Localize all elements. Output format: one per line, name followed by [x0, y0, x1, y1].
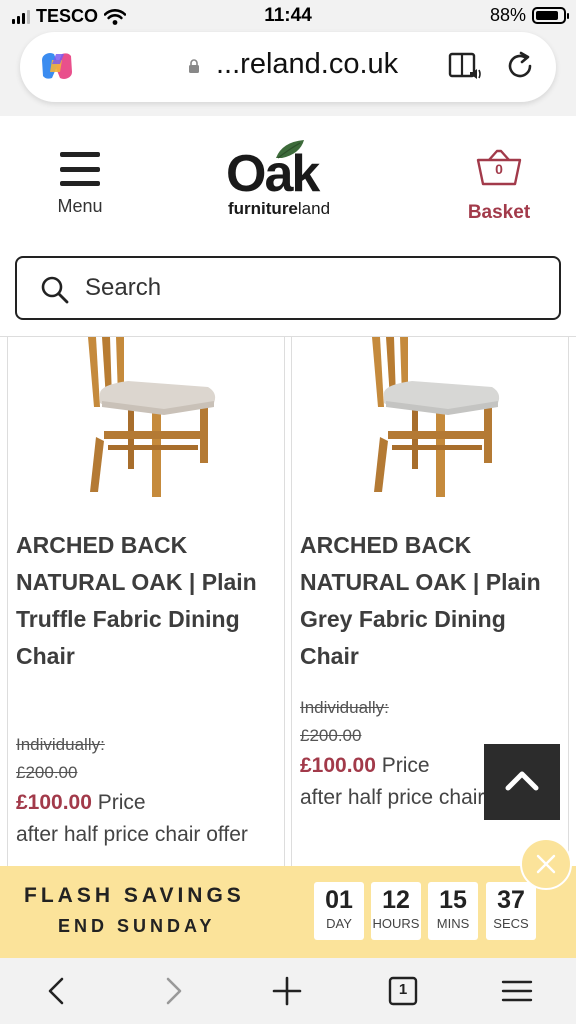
close-icon — [536, 854, 556, 874]
product-image[interactable] — [352, 337, 512, 503]
was-label: Individually: — [300, 698, 389, 717]
reader-icon[interactable] — [448, 50, 482, 82]
wifi-icon — [104, 8, 127, 25]
basket-icon: 0 — [475, 148, 523, 188]
forward-icon[interactable] — [156, 974, 190, 1008]
signal-icon — [12, 9, 30, 24]
product-title[interactable]: ARCHED BACK NATURAL OAK | Plain Truffle … — [16, 527, 276, 675]
site-header: Menu Oak furnitureland 0 Basket — [0, 116, 576, 254]
logo-oak: Oak — [226, 145, 320, 203]
product-image[interactable] — [68, 337, 228, 503]
search-box[interactable] — [15, 256, 561, 320]
logo-furnitureland: furnitureland — [228, 199, 331, 218]
tab-count: 1 — [398, 981, 408, 998]
basket-button[interactable]: 0 Basket — [456, 148, 542, 224]
reload-icon[interactable] — [504, 50, 536, 82]
hamburger-icon — [60, 152, 100, 186]
flash-title: FLASH SAVINGS — [24, 884, 245, 907]
browser-address-bar: ...reland.co.uk — [0, 32, 576, 116]
url-text[interactable]: ...reland.co.uk — [216, 48, 398, 81]
battery-icon — [532, 7, 569, 24]
scroll-to-top-button[interactable] — [484, 744, 560, 820]
offer-text: after half price chair offer — [16, 823, 248, 846]
status-bar: TESCO 11:44 88% — [0, 0, 576, 32]
was-label: Individually: — [16, 735, 105, 754]
menu-label: Menu — [57, 196, 103, 216]
product-title[interactable]: ARCHED BACK NATURAL OAK | Plain Grey Fab… — [300, 527, 560, 675]
was-price: £200.00 — [16, 763, 78, 782]
countdown-mins: 15 MINS — [428, 882, 478, 940]
countdown-secs: 37 SECS — [486, 882, 536, 940]
carrier: TESCO — [12, 6, 127, 27]
basket-count: 0 — [495, 161, 503, 177]
browser-toolbar: 1 — [0, 958, 576, 1024]
browser-menu-icon[interactable] — [500, 974, 534, 1008]
product-card[interactable]: ARCHED BACK NATURAL OAK | Plain Truffle … — [7, 337, 285, 877]
search-input[interactable] — [85, 268, 535, 308]
countdown-hours: 12 HOURS — [371, 882, 421, 940]
new-tab-icon[interactable] — [270, 974, 304, 1008]
page: TESCO 11:44 88% ...reland.co.uk Menu Oak… — [0, 0, 576, 1024]
lock-icon — [189, 59, 199, 73]
battery-percent: 88% — [489, 5, 526, 25]
url-pill[interactable]: ...reland.co.uk — [20, 32, 556, 102]
countdown-days: 01 DAY — [314, 882, 364, 940]
menu-button[interactable]: Menu — [40, 152, 120, 217]
site-logo[interactable]: Oak furnitureland — [222, 138, 358, 222]
back-icon[interactable] — [40, 974, 74, 1008]
tabs-button[interactable]: 1 — [386, 974, 420, 1008]
flash-savings-banner[interactable]: FLASH SAVINGS END SUNDAY 01 DAY 12 HOURS… — [0, 866, 576, 958]
banner-close-button[interactable] — [520, 838, 572, 890]
chevron-up-icon — [505, 771, 539, 791]
copilot-icon[interactable] — [40, 50, 74, 82]
flash-subtitle: END SUNDAY — [58, 916, 216, 936]
search-icon — [41, 276, 69, 304]
carrier-name: TESCO — [36, 6, 99, 26]
sale-price: £100.00 Price — [16, 791, 146, 814]
product-prices: Individually: £200.00 £100.00 Price afte… — [16, 731, 266, 851]
basket-label: Basket — [467, 202, 531, 223]
battery-status: 88% — [489, 5, 569, 26]
